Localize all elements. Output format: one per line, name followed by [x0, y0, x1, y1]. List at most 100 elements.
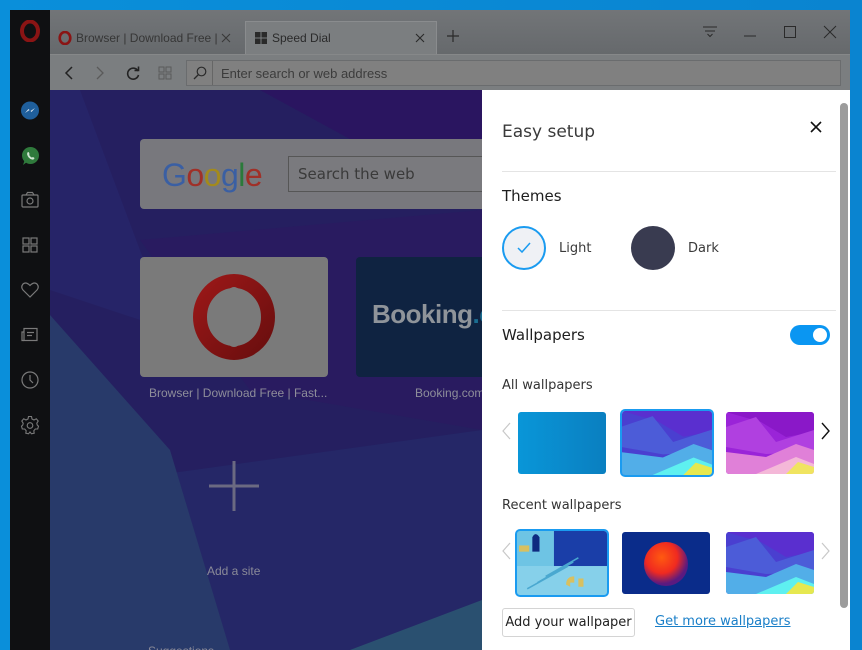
whatsapp-icon — [22, 147, 39, 165]
news-icon — [21, 327, 38, 342]
all-wallpapers-heading: All wallpapers — [502, 378, 593, 393]
reload-button[interactable] — [124, 64, 142, 82]
speed-dial-page: Google Search the web Browser | Download… — [50, 90, 482, 650]
close-icon — [823, 25, 837, 39]
wallpaper-thumb-blue-purple-recent[interactable] — [726, 532, 814, 594]
search-web-input[interactable]: Search the web — [288, 156, 482, 192]
recent-wallpapers-next-button[interactable] — [820, 542, 832, 560]
maximize-icon — [784, 26, 796, 38]
theme-swatch-light — [502, 226, 546, 270]
close-icon — [810, 121, 822, 133]
add-site-label: Add a site — [207, 564, 261, 578]
divider — [502, 171, 836, 172]
sidebar-item-settings[interactable] — [20, 415, 40, 435]
all-wallpapers-next-button[interactable] — [820, 422, 832, 440]
opera-logo-icon — [20, 19, 40, 43]
tab-speed-dial[interactable]: Speed Dial — [245, 21, 437, 54]
speed-dial-icon — [255, 32, 267, 44]
reload-icon — [126, 66, 140, 80]
close-icon — [221, 33, 231, 42]
wallpaper-thumb-red-sphere[interactable] — [622, 532, 710, 594]
recent-wallpapers-heading: Recent wallpapers — [502, 498, 622, 513]
tile-label: Booking.com — [415, 386, 482, 400]
theme-option-light[interactable]: Light — [502, 226, 591, 270]
tab-label: Speed Dial — [272, 31, 331, 45]
search-icon — [187, 61, 213, 85]
get-more-wallpapers-link[interactable]: Get more wallpapers — [655, 614, 791, 629]
close-icon — [415, 33, 425, 43]
messenger-icon — [21, 101, 39, 120]
chevron-left-icon — [64, 66, 73, 80]
chevron-right-icon — [821, 422, 830, 440]
divider — [502, 310, 836, 311]
address-input[interactable] — [213, 65, 813, 81]
opera-menu-button[interactable] — [20, 19, 40, 43]
theme-swatch-dark — [631, 226, 675, 270]
close-panel-button[interactable] — [808, 119, 824, 135]
sidebar-item-messenger[interactable] — [20, 101, 40, 121]
close-window-button[interactable] — [820, 22, 840, 42]
sidebar-item-speed-dial[interactable] — [20, 235, 40, 255]
clock-icon — [21, 371, 39, 389]
toggle-knob — [813, 328, 827, 342]
tab-close-button[interactable] — [218, 30, 234, 46]
navigation-toolbar — [50, 54, 850, 90]
add-wallpaper-button[interactable]: Add your wallpaper — [502, 608, 635, 637]
tab-close-button[interactable] — [412, 30, 428, 46]
speed-dial-tile-booking[interactable]: Booking.c — [356, 257, 482, 377]
sidebar — [10, 10, 50, 650]
minimize-button[interactable] — [740, 22, 760, 42]
sidebar-item-bookmarks[interactable] — [20, 280, 40, 300]
suggestions-label: Suggestions — [148, 644, 214, 650]
opera-icon — [58, 30, 72, 45]
browser-window: Browser | Download Free | Speed Dial Ent… — [10, 10, 850, 650]
sidebar-item-snapshot[interactable] — [20, 190, 40, 210]
wallpapers-heading: Wallpapers — [502, 326, 585, 344]
chevron-left-icon — [502, 542, 511, 560]
all-wallpapers-prev-button[interactable] — [500, 422, 512, 440]
panel-scrollbar[interactable] — [840, 103, 848, 608]
camera-icon — [21, 191, 39, 208]
heart-icon — [21, 282, 39, 298]
tile-label: Browser | Download Free | Fast... — [149, 386, 328, 400]
tab-browser-download[interactable]: Browser | Download Free | — [50, 21, 242, 54]
plus-icon — [447, 30, 459, 42]
tab-label: Browser | Download Free | — [76, 30, 218, 45]
easy-setup-panel: Easy setup Themes Light Dark Wallpapers … — [482, 90, 850, 650]
checkmark-icon — [517, 242, 531, 254]
plus-icon — [209, 461, 259, 511]
themes-heading: Themes — [502, 187, 562, 205]
opera-logo-icon — [193, 274, 275, 360]
sidebar-item-news[interactable] — [20, 325, 40, 345]
grid-icon — [22, 237, 38, 253]
theme-label: Light — [559, 240, 592, 256]
theme-label: Dark — [688, 240, 719, 256]
tab-overview-button[interactable] — [156, 64, 174, 82]
speed-dial-tile-opera[interactable] — [140, 257, 328, 377]
wallpaper-thumb-purple-pink[interactable] — [726, 412, 814, 474]
google-logo: Google — [162, 157, 263, 193]
booking-logo: Booking.c — [372, 299, 482, 329]
add-site-button[interactable] — [208, 460, 260, 512]
panel-title: Easy setup — [502, 122, 596, 142]
sidebar-item-history[interactable] — [20, 370, 40, 390]
recent-wallpapers-prev-button[interactable] — [500, 542, 512, 560]
chevron-left-icon — [502, 422, 511, 440]
address-bar — [186, 60, 841, 86]
chevron-right-icon — [821, 542, 830, 560]
wallpaper-thumb-blue-solid[interactable] — [518, 412, 606, 474]
back-button[interactable] — [60, 64, 78, 82]
maximize-button[interactable] — [780, 22, 800, 42]
wallpaper-thumb-blue-purple[interactable] — [620, 409, 714, 477]
theme-option-dark[interactable]: Dark — [631, 226, 719, 270]
wallpapers-toggle[interactable] — [790, 325, 830, 345]
sidebar-item-whatsapp[interactable] — [20, 146, 40, 166]
google-search-box: Google Search the web — [140, 139, 482, 209]
minimize-icon — [744, 35, 756, 37]
gear-icon — [20, 415, 40, 435]
grid-icon — [158, 66, 172, 80]
wallpaper-thumb-3d-room[interactable] — [515, 529, 609, 597]
new-tab-button[interactable] — [445, 28, 461, 44]
tab-menu-button[interactable] — [700, 22, 720, 42]
forward-button[interactable] — [91, 64, 109, 82]
